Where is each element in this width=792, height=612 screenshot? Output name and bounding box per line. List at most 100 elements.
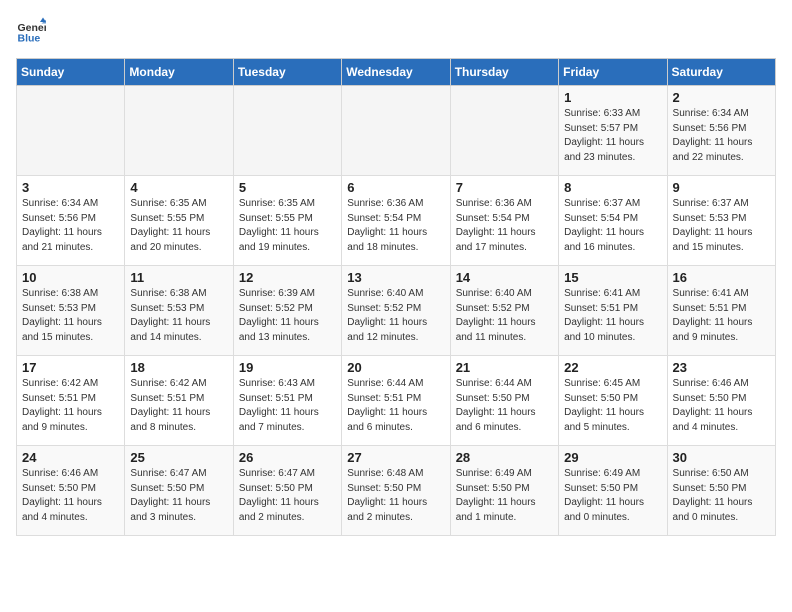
day-number: 12: [239, 270, 336, 285]
day-info: Sunrise: 6:44 AMSunset: 5:51 PMDaylight:…: [347, 377, 444, 435]
day-info: Sunrise: 6:49 AMSunset: 5:50 PMDaylight:…: [564, 467, 661, 525]
day-number: 13: [347, 270, 444, 285]
day-number: 14: [456, 270, 553, 285]
calendar-cell: 30 Sunrise: 6:50 AMSunset: 5:50 PMDayligh…: [667, 446, 775, 536]
day-info: Sunrise: 6:34 AMSunset: 5:56 PMDaylight:…: [22, 197, 119, 255]
calendar-cell: 5 Sunrise: 6:35 AMSunset: 5:55 PMDaylight…: [233, 176, 341, 266]
calendar-cell: 24 Sunrise: 6:46 AMSunset: 5:50 PMDayligh…: [17, 446, 125, 536]
calendar-table: SundayMondayTuesdayWednesdayThursdayFrid…: [16, 58, 776, 536]
day-info: Sunrise: 6:43 AMSunset: 5:51 PMDaylight:…: [239, 377, 336, 435]
calendar-cell: 27Sunrise: 6:48 AMSunset: 5:50 PMDayligh…: [342, 446, 450, 536]
calendar-cell: 1Sunrise: 6:33 AMSunset: 5:57 PMDaylight…: [559, 86, 667, 176]
day-info: Sunrise: 6:36 AMSunset: 5:54 PMDaylight:…: [456, 197, 553, 255]
day-number: 23: [673, 360, 770, 375]
calendar-cell: 8 Sunrise: 6:37 AMSunset: 5:54 PMDaylight…: [559, 176, 667, 266]
day-info: Sunrise: 6:41 AMSunset: 5:51 PMDaylight:…: [564, 287, 661, 345]
calendar-week-3: 10 Sunrise: 6:38 AMSunset: 5:53 PMDayligh…: [17, 266, 776, 356]
logo: General Blue: [16, 16, 50, 46]
day-number: 19: [239, 360, 336, 375]
weekday-header-thursday: Thursday: [450, 59, 558, 86]
day-info: Sunrise: 6:47 AMSunset: 5:50 PMDaylight:…: [130, 467, 227, 525]
day-number: 9: [673, 180, 770, 195]
day-number: 1: [564, 90, 661, 105]
day-number: 10: [22, 270, 119, 285]
calendar-cell: 4 Sunrise: 6:35 AMSunset: 5:55 PMDaylight…: [125, 176, 233, 266]
calendar-cell: [17, 86, 125, 176]
calendar-cell: 11Sunrise: 6:38 AMSunset: 5:53 PMDayligh…: [125, 266, 233, 356]
calendar-cell: 7Sunrise: 6:36 AMSunset: 5:54 PMDaylight…: [450, 176, 558, 266]
day-number: 4: [130, 180, 227, 195]
day-number: 29: [564, 450, 661, 465]
calendar-cell: 16Sunrise: 6:41 AMSunset: 5:51 PMDayligh…: [667, 266, 775, 356]
calendar-cell: 19 Sunrise: 6:43 AMSunset: 5:51 PMDayligh…: [233, 356, 341, 446]
calendar-cell: 2 Sunrise: 6:34 AMSunset: 5:56 PMDaylight…: [667, 86, 775, 176]
weekday-header-monday: Monday: [125, 59, 233, 86]
calendar-cell: 28 Sunrise: 6:49 AMSunset: 5:50 PMDayligh…: [450, 446, 558, 536]
day-number: 2: [673, 90, 770, 105]
day-number: 8: [564, 180, 661, 195]
calendar-cell: [125, 86, 233, 176]
day-number: 27: [347, 450, 444, 465]
day-info: Sunrise: 6:44 AMSunset: 5:50 PMDaylight:…: [456, 377, 553, 435]
day-number: 28: [456, 450, 553, 465]
calendar-cell: 26Sunrise: 6:47 AMSunset: 5:50 PMDayligh…: [233, 446, 341, 536]
day-info: Sunrise: 6:37 AMSunset: 5:54 PMDaylight:…: [564, 197, 661, 255]
logo-icon: General Blue: [16, 16, 46, 46]
calendar-cell: 22 Sunrise: 6:45 AMSunset: 5:50 PMDayligh…: [559, 356, 667, 446]
calendar-cell: 21 Sunrise: 6:44 AMSunset: 5:50 PMDayligh…: [450, 356, 558, 446]
day-info: Sunrise: 6:36 AMSunset: 5:54 PMDaylight:…: [347, 197, 444, 255]
weekday-header-tuesday: Tuesday: [233, 59, 341, 86]
day-number: 17: [22, 360, 119, 375]
calendar-cell: 25 Sunrise: 6:47 AMSunset: 5:50 PMDayligh…: [125, 446, 233, 536]
calendar-cell: 23 Sunrise: 6:46 AMSunset: 5:50 PMDayligh…: [667, 356, 775, 446]
weekday-header-row: SundayMondayTuesdayWednesdayThursdayFrid…: [17, 59, 776, 86]
day-number: 21: [456, 360, 553, 375]
day-info: Sunrise: 6:40 AMSunset: 5:52 PMDaylight:…: [347, 287, 444, 345]
day-info: Sunrise: 6:45 AMSunset: 5:50 PMDaylight:…: [564, 377, 661, 435]
weekday-header-wednesday: Wednesday: [342, 59, 450, 86]
weekday-header-sunday: Sunday: [17, 59, 125, 86]
day-info: Sunrise: 6:37 AMSunset: 5:53 PMDaylight:…: [673, 197, 770, 255]
calendar-cell: [342, 86, 450, 176]
day-info: Sunrise: 6:50 AMSunset: 5:50 PMDaylight:…: [673, 467, 770, 525]
day-number: 15: [564, 270, 661, 285]
calendar-week-4: 17 Sunrise: 6:42 AMSunset: 5:51 PMDayligh…: [17, 356, 776, 446]
calendar-week-5: 24 Sunrise: 6:46 AMSunset: 5:50 PMDayligh…: [17, 446, 776, 536]
calendar-cell: 12 Sunrise: 6:39 AMSunset: 5:52 PMDayligh…: [233, 266, 341, 356]
calendar-cell: 17 Sunrise: 6:42 AMSunset: 5:51 PMDayligh…: [17, 356, 125, 446]
weekday-header-saturday: Saturday: [667, 59, 775, 86]
svg-text:Blue: Blue: [18, 33, 41, 45]
day-number: 5: [239, 180, 336, 195]
day-number: 22: [564, 360, 661, 375]
day-info: Sunrise: 6:35 AMSunset: 5:55 PMDaylight:…: [130, 197, 227, 255]
day-info: Sunrise: 6:38 AMSunset: 5:53 PMDaylight:…: [130, 287, 227, 345]
day-number: 6: [347, 180, 444, 195]
page-header: General Blue: [16, 16, 776, 46]
day-info: Sunrise: 6:40 AMSunset: 5:52 PMDaylight:…: [456, 287, 553, 345]
calendar-cell: 10Sunrise: 6:38 AMSunset: 5:53 PMDayligh…: [17, 266, 125, 356]
calendar-cell: 6 Sunrise: 6:36 AMSunset: 5:54 PMDaylight…: [342, 176, 450, 266]
day-info: Sunrise: 6:47 AMSunset: 5:50 PMDaylight:…: [239, 467, 336, 525]
day-info: Sunrise: 6:49 AMSunset: 5:50 PMDaylight:…: [456, 467, 553, 525]
day-number: 24: [22, 450, 119, 465]
calendar-cell: 18Sunrise: 6:42 AMSunset: 5:51 PMDayligh…: [125, 356, 233, 446]
day-info: Sunrise: 6:42 AMSunset: 5:51 PMDaylight:…: [130, 377, 227, 435]
day-info: Sunrise: 6:39 AMSunset: 5:52 PMDaylight:…: [239, 287, 336, 345]
calendar-cell: 20 Sunrise: 6:44 AMSunset: 5:51 PMDayligh…: [342, 356, 450, 446]
calendar-week-1: 1Sunrise: 6:33 AMSunset: 5:57 PMDaylight…: [17, 86, 776, 176]
day-info: Sunrise: 6:41 AMSunset: 5:51 PMDaylight:…: [673, 287, 770, 345]
day-number: 30: [673, 450, 770, 465]
day-info: Sunrise: 6:34 AMSunset: 5:56 PMDaylight:…: [673, 107, 770, 165]
day-info: Sunrise: 6:42 AMSunset: 5:51 PMDaylight:…: [22, 377, 119, 435]
calendar-cell: 13 Sunrise: 6:40 AMSunset: 5:52 PMDayligh…: [342, 266, 450, 356]
calendar-week-2: 3 Sunrise: 6:34 AMSunset: 5:56 PMDaylight…: [17, 176, 776, 266]
day-number: 20: [347, 360, 444, 375]
day-info: Sunrise: 6:46 AMSunset: 5:50 PMDaylight:…: [673, 377, 770, 435]
day-info: Sunrise: 6:46 AMSunset: 5:50 PMDaylight:…: [22, 467, 119, 525]
day-info: Sunrise: 6:35 AMSunset: 5:55 PMDaylight:…: [239, 197, 336, 255]
calendar-cell: 15 Sunrise: 6:41 AMSunset: 5:51 PMDayligh…: [559, 266, 667, 356]
day-number: 25: [130, 450, 227, 465]
calendar-cell: 29 Sunrise: 6:49 AMSunset: 5:50 PMDayligh…: [559, 446, 667, 536]
day-number: 3: [22, 180, 119, 195]
calendar-cell: 14 Sunrise: 6:40 AMSunset: 5:52 PMDayligh…: [450, 266, 558, 356]
